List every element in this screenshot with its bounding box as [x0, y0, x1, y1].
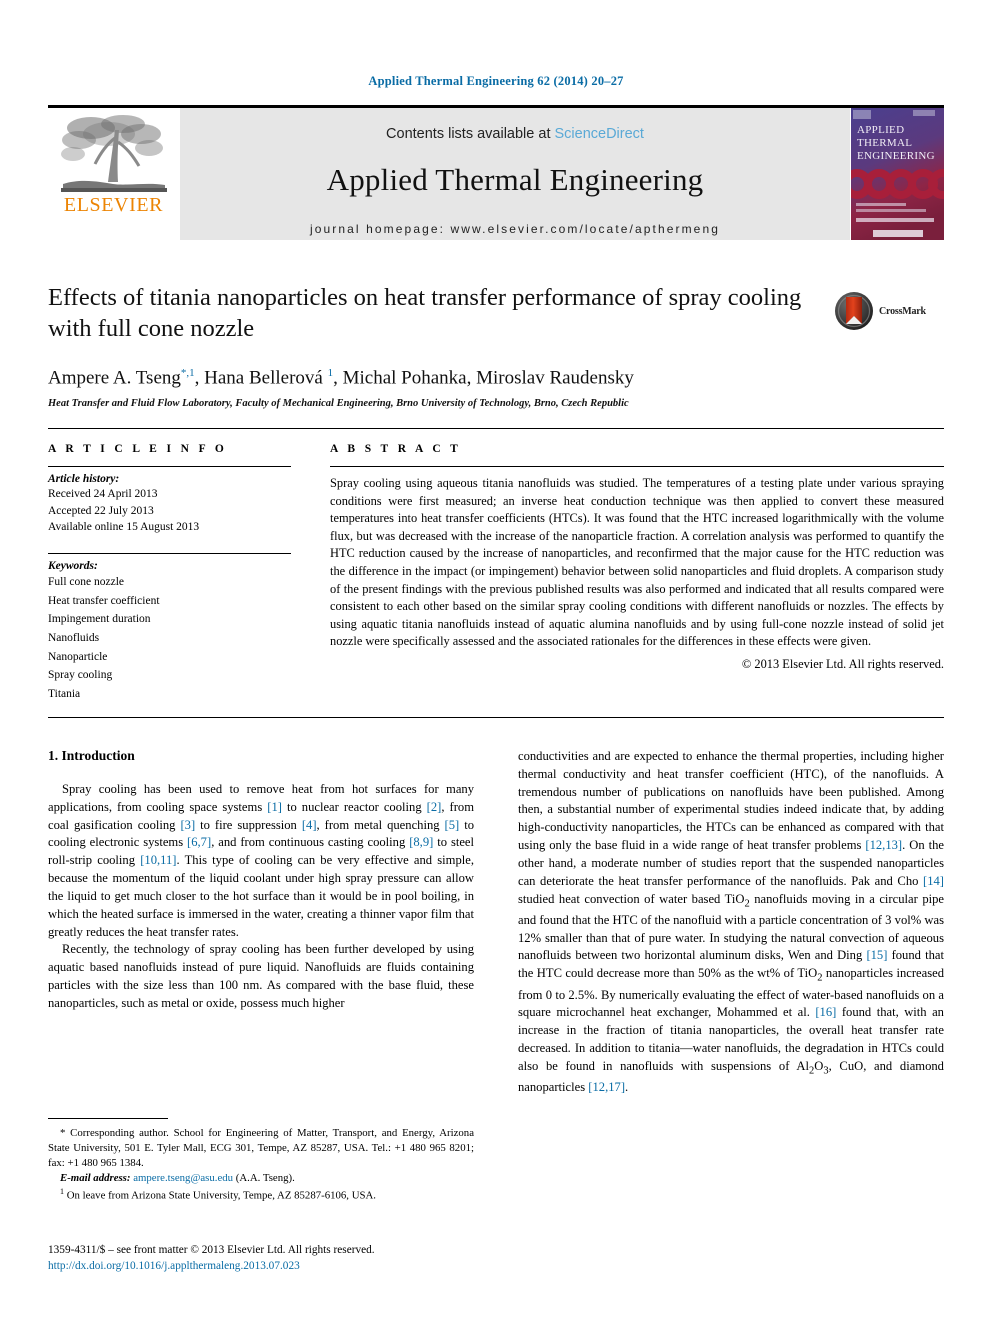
cover-artwork: APPLIED THERMAL ENGINEERING	[851, 108, 944, 240]
keyword-item: Nanofluids	[48, 631, 100, 644]
footnote-area: * Corresponding author. School for Engin…	[48, 1118, 474, 1204]
footnote-divider	[48, 1118, 168, 1119]
keyword-item: Spray cooling	[48, 669, 113, 682]
svg-text:ENGINEERING: ENGINEERING	[857, 150, 935, 162]
article-info-column: A R T I C L E I N F O Article history: R…	[48, 429, 313, 717]
elsevier-wordmark: ELSEVIER	[63, 194, 164, 216]
issn-front-matter: 1359-4311/$ – see front matter © 2013 El…	[48, 1244, 375, 1256]
abstract-column: A B S T R A C T Spray cooling using aque…	[313, 429, 944, 717]
article-info-heading: A R T I C L E I N F O	[48, 443, 228, 455]
keywords-divider	[48, 553, 291, 555]
author-list: Ampere A. Tseng*,1, Hana Bellerová 1, Mi…	[48, 366, 634, 389]
contents-prefix: Contents lists available at	[386, 126, 555, 142]
copyright-line: © 2013 Elsevier Ltd. All rights reserved…	[741, 657, 944, 672]
journal-title: Applied Thermal Engineering	[326, 162, 704, 197]
page-title: Effects of titania nanoparticles on heat…	[48, 284, 802, 343]
doi-link[interactable]: http://dx.doi.org/10.1016/j.applthermale…	[48, 1258, 488, 1274]
keywords-label: Keywords:	[48, 560, 98, 573]
masthead-center: Contents lists available at ScienceDirec…	[179, 108, 850, 240]
info-divider	[48, 466, 291, 467]
keyword-item: Full cone nozzle	[48, 576, 125, 589]
history-received: Received 24 April 2013	[48, 488, 158, 500]
journal-cover-thumbnail: APPLIED THERMAL ENGINEERING	[850, 108, 944, 240]
elsevier-tree-icon	[60, 115, 167, 192]
crossmark-label: CrossMark	[879, 305, 926, 317]
journal-homepage-link[interactable]: journal homepage: www.elsevier.com/locat…	[180, 222, 850, 236]
email-link[interactable]: ampere.tseng@asu.edu	[133, 1172, 233, 1184]
email-note: E-mail address: ampere.tseng@asu.edu (A.…	[48, 1171, 474, 1186]
journal-masthead: ELSEVIER Contents lists available at Sci…	[48, 105, 944, 240]
affiliation: Heat Transfer and Fluid Flow Laboratory,…	[48, 398, 629, 410]
crossmark-badge[interactable]: CrossMark	[834, 288, 944, 334]
email-suffix: (A.A. Tseng).	[235, 1172, 295, 1185]
keyword-item: Impingement duration	[48, 613, 151, 626]
abstract-heading: A B S T R A C T	[330, 443, 462, 455]
history-accepted: Accepted 22 July 2013	[48, 504, 154, 517]
info-abstract-band: A R T I C L E I N F O Article history: R…	[48, 428, 944, 718]
section-heading-introduction: 1. Introduction	[48, 748, 135, 763]
running-head: Applied Thermal Engineering 62 (2014) 20…	[368, 74, 624, 88]
article-history-label: Article history:	[48, 473, 120, 485]
imprint-block: 1359-4311/$ – see front matter © 2013 El…	[48, 1242, 488, 1275]
paragraph: Recently, the technology of spray coolin…	[48, 942, 474, 1010]
svg-text:APPLIED: APPLIED	[857, 124, 904, 136]
sciencedirect-link[interactable]: ScienceDirect	[555, 126, 644, 142]
keywords-block: Keywords: Full cone nozzle Heat transfer…	[48, 553, 291, 703]
keyword-item: Heat transfer coefficient	[48, 594, 160, 607]
right-column: conductivities and are expected to enhan…	[518, 748, 944, 1208]
paragraph: Spray cooling has been used to remove he…	[48, 782, 475, 939]
contents-available-line: Contents lists available at ScienceDirec…	[180, 108, 850, 142]
email-label: E-mail address:	[60, 1172, 131, 1185]
crossmark-icon	[835, 292, 873, 330]
paragraph: conductivities and are expected to enhan…	[518, 749, 944, 1095]
abstract-divider	[330, 466, 944, 467]
leave-note: 1 On leave from Arizona State University…	[60, 1187, 376, 1203]
keyword-item: Titania	[48, 687, 81, 700]
keyword-item: Nanoparticle	[48, 650, 108, 663]
elsevier-logo: ELSEVIER	[48, 108, 179, 240]
history-available-online: Available online 15 August 2013	[48, 521, 200, 534]
abstract-text: Spray cooling using aqueous titania nano…	[330, 476, 944, 649]
svg-text:THERMAL: THERMAL	[857, 137, 912, 149]
corresponding-author-note: * Corresponding author. School for Engin…	[48, 1127, 474, 1170]
article-page: Applied Thermal Engineering 62 (2014) 20…	[0, 0, 992, 1323]
title-block: Effects of titania nanoparticles on heat…	[48, 282, 944, 409]
